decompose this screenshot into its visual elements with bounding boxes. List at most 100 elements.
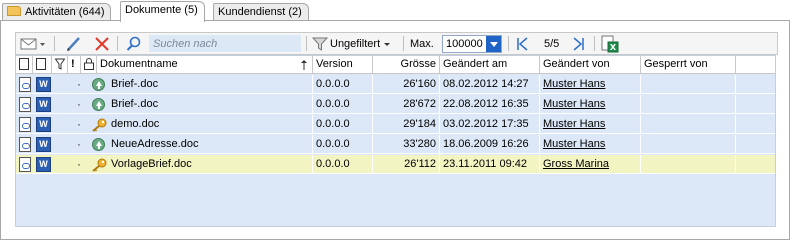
column-label: Dokumentname [100, 58, 178, 70]
locked-by-cell [641, 95, 736, 114]
page-indicator: 5/5 [544, 37, 560, 50]
max-value: 100000 [446, 38, 483, 50]
size-column-header[interactable]: Grösse [373, 56, 440, 74]
doc-type-column-header[interactable] [16, 56, 33, 74]
status-up-icon [92, 138, 105, 151]
size-cell: 29'184 [373, 115, 440, 134]
changed-by-link[interactable]: Gross Marina [540, 155, 641, 174]
dot-marker: · [77, 99, 81, 111]
version-column-header[interactable]: Version [313, 56, 373, 74]
svg-text:X: X [610, 43, 617, 52]
filter-label: Ungefiltert [330, 37, 381, 50]
dot-marker: · [77, 79, 81, 91]
tab-label: Dokumente (5) [125, 4, 198, 16]
name-column-header[interactable]: Dokumentname [97, 56, 313, 74]
document-link-icon [19, 137, 31, 152]
changed-at-cell: 08.02.2012 14:27 [440, 75, 540, 94]
version-cell: 0.0.0.0 [313, 155, 373, 174]
documents-table: ! Dokumentname Version Grösse Geändert a… [15, 55, 776, 227]
word-icon: W [36, 77, 51, 92]
separator [594, 36, 595, 51]
separator [306, 36, 307, 51]
document-link-icon [19, 77, 31, 92]
locked-by-cell [641, 135, 736, 154]
search-input[interactable] [149, 35, 301, 52]
search-button[interactable] [126, 33, 142, 54]
envelope-icon [20, 38, 45, 49]
separator [403, 36, 404, 51]
lock-icon [84, 58, 94, 70]
skip-last-icon [573, 36, 584, 51]
excel-export-button[interactable]: X [601, 33, 619, 54]
separator [508, 36, 509, 51]
tab-dokumente[interactable]: Dokumente (5) [120, 1, 205, 22]
filter-column-header[interactable] [52, 56, 68, 74]
size-cell: 28'672 [373, 95, 440, 114]
document-icon [36, 58, 46, 70]
table-row-selected[interactable]: W · VorlageBrief.doc 0.0.0.0 26'112 23.1… [16, 155, 775, 174]
changed-by-link[interactable]: Muster Hans [540, 95, 641, 114]
changed-by-link[interactable]: Muster Hans [540, 75, 641, 94]
key-icon [92, 118, 107, 132]
pencil-icon [67, 36, 80, 51]
locked-by-cell [641, 155, 736, 174]
toolbar: Ungefiltert Max. 100000 5/5 [15, 32, 778, 55]
version-cell: 0.0.0.0 [313, 75, 373, 94]
status-up-icon [92, 98, 105, 111]
table-row[interactable]: W · Brief-.doc 0.0.0.0 28'672 22.08.2012… [16, 95, 775, 114]
version-cell: 0.0.0.0 [313, 135, 373, 154]
funnel-icon [54, 58, 66, 70]
locked-by-column-header[interactable]: Gesperrt von [641, 56, 736, 74]
status-up-icon [92, 78, 105, 91]
changed-by-link[interactable]: Muster Hans [540, 135, 641, 154]
table-row[interactable]: W · Brief-.doc 0.0.0.0 26'160 08.02.2012… [16, 75, 775, 94]
last-page-button[interactable] [572, 33, 586, 54]
tab-aktivitaeten[interactable]: Aktivitäten (644) [2, 3, 112, 21]
separator [117, 36, 118, 51]
changed-at-column-header[interactable]: Geändert am [440, 56, 540, 74]
tab-kundendienst[interactable]: Kundendienst (2) [213, 3, 309, 21]
delete-button[interactable] [94, 33, 110, 54]
document-link-icon [19, 117, 31, 132]
document-link-icon [19, 157, 31, 172]
close-icon [95, 36, 109, 51]
table-row[interactable]: W · demo.doc 0.0.0.0 29'184 03.02.2012 1… [16, 115, 775, 134]
changed-at-cell: 18.06.2009 16:26 [440, 135, 540, 154]
changed-by-link[interactable]: Muster Hans [540, 115, 641, 134]
tab-bar: Aktivitäten (644) Dokumente (5) Kundendi… [0, 0, 790, 22]
document-link-icon [19, 97, 31, 112]
first-page-button[interactable] [515, 33, 529, 54]
size-cell: 26'112 [373, 155, 440, 174]
document-name: Brief-.doc [108, 95, 313, 114]
lock-column-header[interactable] [81, 56, 97, 74]
changed-at-cell: 22.08.2012 16:35 [440, 95, 540, 114]
document-name: VorlageBrief.doc [108, 155, 313, 174]
key-icon [92, 158, 107, 172]
dropdown-arrow-icon[interactable] [486, 36, 501, 52]
changed-at-cell: 23.11.2011 09:42 [440, 155, 540, 174]
max-label: Max. [410, 37, 434, 50]
skip-first-icon [517, 36, 528, 51]
table-header: ! Dokumentname Version Grösse Geändert a… [16, 56, 775, 74]
filter-dropdown[interactable]: Ungefiltert [312, 33, 392, 54]
chevron-down-icon [384, 42, 391, 46]
max-select[interactable]: 100000 [442, 35, 502, 53]
search-icon [126, 36, 141, 51]
size-cell: 26'160 [373, 75, 440, 94]
table-row[interactable]: W · NeueAdresse.doc 0.0.0.0 33'280 18.06… [16, 135, 775, 154]
file-column-header[interactable] [33, 56, 52, 74]
document-name: NeueAdresse.doc [108, 135, 313, 154]
locked-by-cell [641, 115, 736, 134]
priority-column-header[interactable]: ! [68, 56, 81, 74]
changed-by-column-header[interactable]: Geändert von [540, 56, 641, 74]
edit-button[interactable] [65, 33, 81, 54]
size-cell: 33'280 [373, 135, 440, 154]
email-button[interactable] [20, 33, 46, 54]
document-icon [19, 58, 29, 70]
version-cell: 0.0.0.0 [313, 115, 373, 134]
word-icon: W [36, 157, 51, 172]
dot-marker: · [77, 119, 81, 131]
sort-icon [301, 60, 307, 70]
folder-icon [7, 6, 21, 16]
excel-icon: X [601, 35, 619, 52]
